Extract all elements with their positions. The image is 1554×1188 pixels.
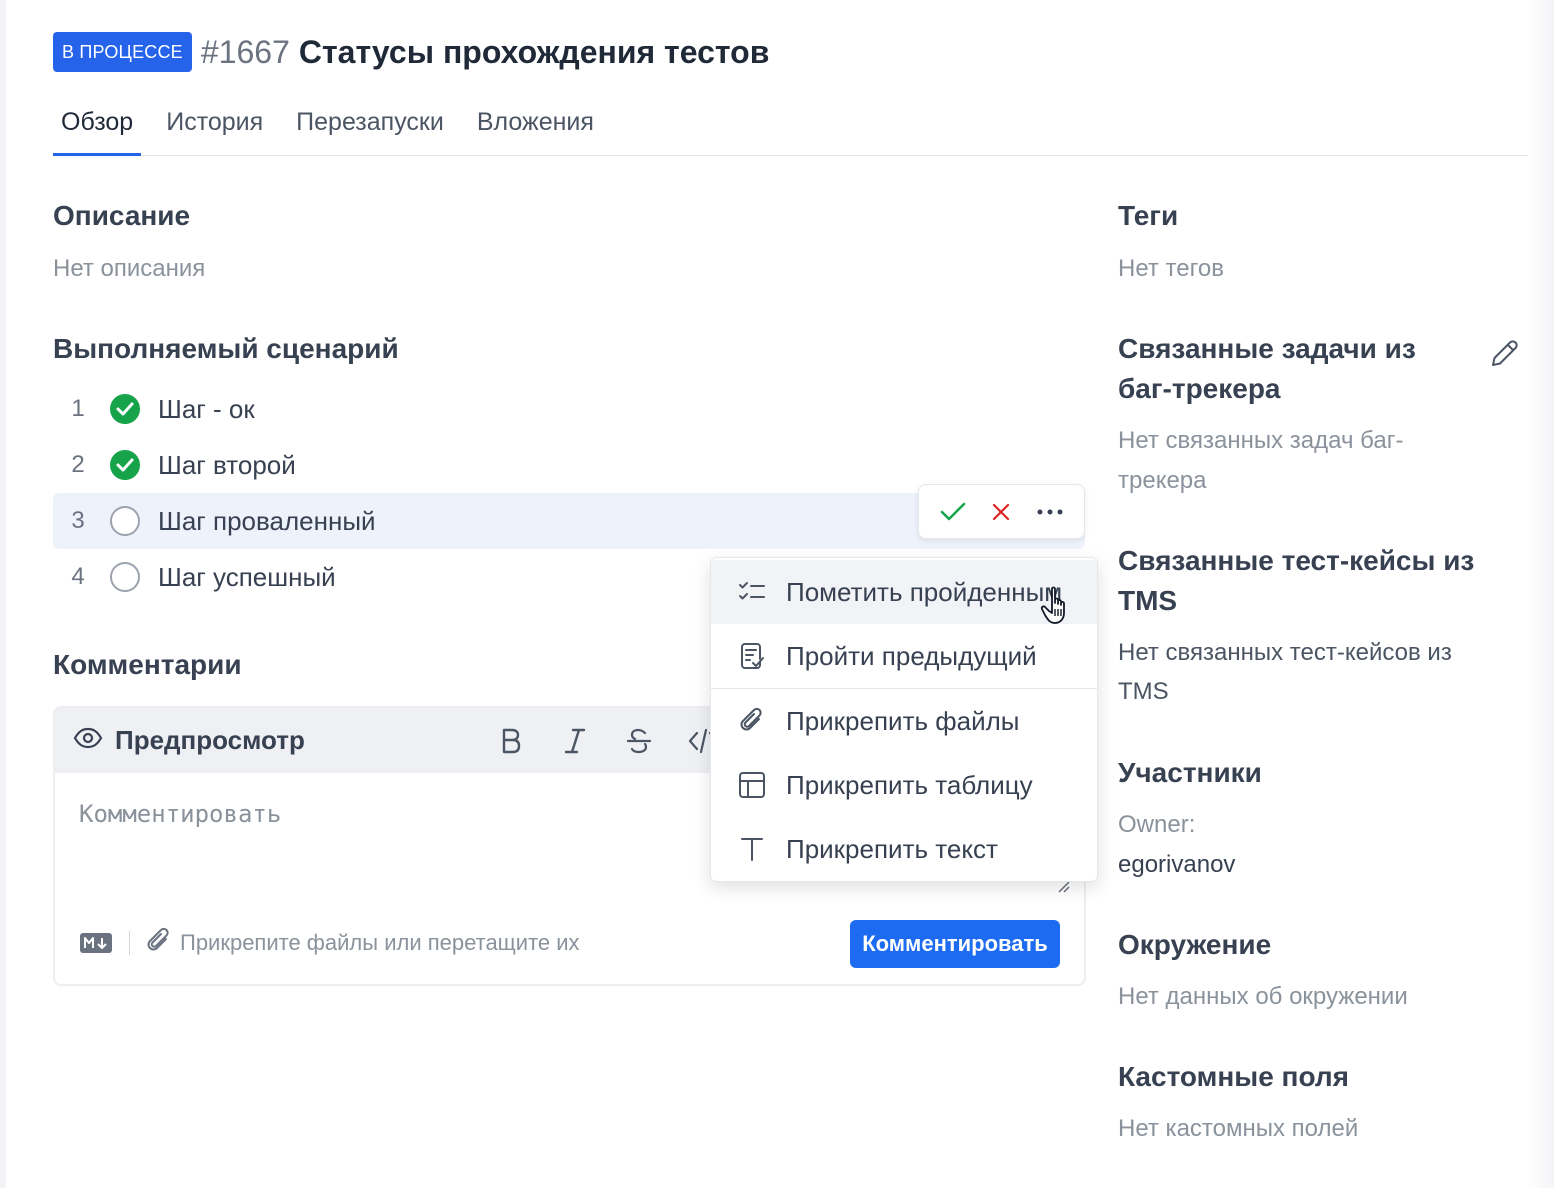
tms-value-line1: Нет связанных тест-кейсов из — [1118, 639, 1452, 666]
tab-overview[interactable]: Обзор — [53, 104, 142, 156]
menu-item-label: Пометить пройденным — [786, 576, 1063, 607]
owner-label: Owner: — [1118, 811, 1196, 838]
step-number: 3 — [71, 507, 85, 534]
pencil-icon[interactable] — [1487, 337, 1521, 371]
environment-value: Нет данных об окружении — [1118, 983, 1408, 1010]
right-edge-shadow — [1528, 0, 1554, 1188]
table-icon — [738, 771, 766, 799]
menu-item-attach-files[interactable]: Прикрепить файлы — [711, 689, 1097, 753]
bug-tracker-title-line1: Связанные задачи из — [1118, 333, 1416, 364]
scenario-title: Выполняемый сценарий — [53, 333, 399, 364]
menu-item-label: Пройти предыдущий — [786, 640, 1037, 671]
comments-title: Комментарии — [53, 649, 242, 680]
description-value: Нет описания — [53, 255, 206, 282]
status-badge: В ПРОЦЕССЕ — [53, 32, 192, 72]
text-icon — [738, 835, 766, 863]
preview-label: Предпросмотр — [115, 725, 305, 755]
more-icon[interactable] — [1030, 492, 1070, 532]
document-check-icon — [738, 642, 766, 670]
step-label: Шаг успешный — [158, 561, 336, 592]
eye-icon — [73, 727, 103, 754]
bug-tracker-value-line2: трекера — [1118, 467, 1207, 494]
tab-bar: Обзор История Перезапуски Вложения — [53, 104, 1528, 156]
strikethrough-icon[interactable] — [619, 721, 659, 761]
page-header: В ПРОЦЕССЕ #1667 Статусы прохождения тес… — [53, 31, 769, 73]
tags-value: Нет тегов — [1118, 255, 1224, 282]
step-action-bar — [918, 484, 1085, 539]
preview-button[interactable]: Предпросмотр — [73, 725, 305, 756]
participants-title: Участники — [1118, 757, 1262, 788]
check-icon[interactable] — [933, 492, 973, 532]
step-label: Шаг - ок — [158, 393, 255, 424]
submit-comment-button[interactable]: Комментировать — [850, 920, 1060, 968]
page-title: Статусы прохождения тестов — [298, 33, 770, 70]
step-number: 1 — [71, 395, 85, 422]
menu-item-label: Прикрепить таблицу — [786, 769, 1033, 800]
menu-item-attach-table[interactable]: Прикрепить таблицу — [711, 753, 1097, 817]
footer-divider — [129, 931, 130, 955]
check-circle-icon[interactable] — [110, 394, 140, 424]
menu-item-pass-previous[interactable]: Пройти предыдущий — [711, 624, 1097, 688]
paperclip-icon — [738, 707, 766, 735]
tms-title-line2: TMS — [1118, 585, 1178, 616]
markdown-icon — [79, 932, 113, 954]
paperclip-icon[interactable] — [146, 927, 172, 960]
empty-circle-icon[interactable] — [110, 506, 140, 536]
bug-tracker-value-line1: Нет связанных задач баг- — [1118, 427, 1404, 454]
step-label: Шаг второй — [158, 449, 296, 480]
tab-reruns[interactable]: Перезапуски — [288, 104, 452, 156]
tab-history[interactable]: История — [158, 104, 271, 156]
hand-pointer-icon — [1040, 585, 1076, 627]
tags-title: Теги — [1118, 200, 1179, 231]
step-label: Шаг проваленный — [158, 505, 376, 536]
environment-title: Окружение — [1118, 929, 1272, 960]
menu-item-attach-text[interactable]: Прикрепить текст — [711, 817, 1097, 881]
description-title: Описание — [53, 200, 191, 231]
step-number: 2 — [71, 451, 85, 478]
menu-item-label: Прикрепить файлы — [786, 705, 1020, 736]
left-rail — [0, 0, 6, 1188]
editor-footer: Прикрепите файлы или перетащите их Комме… — [55, 918, 1084, 968]
step-number: 4 — [71, 563, 85, 590]
issue-id: #1667 — [200, 33, 290, 70]
attach-hint[interactable]: Прикрепите файлы или перетащите их — [180, 930, 580, 956]
tab-attachments[interactable]: Вложения — [469, 104, 602, 156]
checklist-icon — [738, 578, 766, 606]
custom-fields-value: Нет кастомных полей — [1118, 1115, 1359, 1142]
custom-fields-title: Кастомные поля — [1118, 1061, 1349, 1092]
tms-value-line2: TMS — [1118, 678, 1169, 705]
check-circle-icon[interactable] — [110, 450, 140, 480]
bug-tracker-title-line2: баг-трекера — [1118, 373, 1281, 404]
close-icon[interactable] — [981, 492, 1021, 532]
menu-item-label: Прикрепить текст — [786, 833, 998, 864]
tms-title-line1: Связанные тест-кейсы из — [1118, 545, 1475, 576]
bold-icon[interactable] — [491, 721, 531, 761]
scenario-step[interactable]: 1 Шаг - ок — [53, 381, 1085, 437]
empty-circle-icon[interactable] — [110, 562, 140, 592]
owner-value: egorivanov — [1118, 851, 1236, 878]
italic-icon[interactable] — [555, 721, 595, 761]
